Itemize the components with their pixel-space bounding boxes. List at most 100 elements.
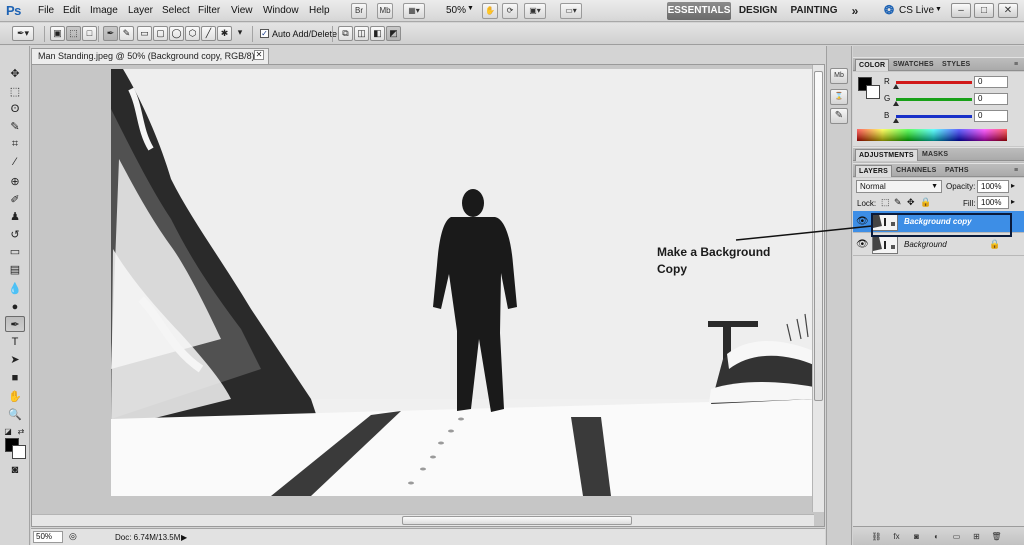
- lock-all-icon[interactable]: 🔒: [920, 197, 931, 208]
- new-layer-icon[interactable]: ⊞: [971, 531, 982, 542]
- bridge-button[interactable]: Br: [351, 3, 367, 19]
- freeform-pen-icon[interactable]: ✎: [119, 26, 134, 41]
- minibridge-icon[interactable]: Mb: [830, 68, 848, 84]
- gradient-tool[interactable]: ▤: [5, 262, 25, 278]
- auto-add-delete-checkbox[interactable]: ✓: [260, 29, 269, 38]
- trash-icon[interactable]: 🗑: [991, 531, 1002, 542]
- zoom-tool[interactable]: 🔍: [5, 407, 25, 423]
- tab-paths[interactable]: PATHS: [942, 165, 972, 177]
- color-spectrum[interactable]: [857, 129, 1007, 141]
- document-tab[interactable]: Man Standing.jpeg @ 50% (Background copy…: [31, 48, 269, 64]
- chevron-down-icon[interactable]: ▼: [467, 5, 474, 12]
- minimize-button[interactable]: –: [951, 3, 971, 18]
- shape-tool[interactable]: ■: [5, 370, 25, 386]
- blur-tool[interactable]: 💧: [5, 281, 25, 297]
- path-selection-tool[interactable]: ➤: [5, 352, 25, 368]
- channel-slider-r[interactable]: [896, 81, 972, 84]
- channel-value-r[interactable]: 0: [974, 76, 1008, 88]
- view-extras-button[interactable]: ▦▾: [403, 3, 425, 19]
- workspace-design[interactable]: DESIGN: [738, 2, 778, 20]
- brush-presets-icon[interactable]: ✎: [830, 108, 848, 124]
- panel-menu-icon[interactable]: ≡: [1011, 165, 1021, 177]
- paths-icon[interactable]: ⬚: [66, 26, 81, 41]
- cs-live-button[interactable]: CS Live: [899, 5, 934, 16]
- background-color-swatch[interactable]: [12, 445, 26, 459]
- panel-menu-icon[interactable]: ≡: [1011, 59, 1021, 71]
- menu-filter[interactable]: Filter: [198, 5, 220, 16]
- zoom-level-dropdown[interactable]: 50%: [446, 5, 466, 16]
- close-document-icon[interactable]: ✕: [254, 50, 264, 60]
- default-colors-icon[interactable]: ◪: [3, 424, 13, 440]
- lasso-tool[interactable]: ʘ: [5, 101, 25, 117]
- pen-tool[interactable]: ✒: [5, 316, 25, 332]
- fill-arrow-icon[interactable]: ▸: [1011, 197, 1015, 206]
- slider-knob-icon[interactable]: [893, 101, 899, 106]
- menu-file[interactable]: File: [38, 5, 54, 16]
- lock-transparent-icon[interactable]: ⬚: [881, 197, 890, 208]
- mask-icon[interactable]: ◙: [911, 531, 922, 542]
- restore-button[interactable]: □: [974, 3, 994, 18]
- blend-mode-select[interactable]: Normal ▼: [856, 180, 942, 193]
- custom-shape-icon[interactable]: ✱: [217, 26, 232, 41]
- menu-image[interactable]: Image: [90, 5, 118, 16]
- swap-colors-icon[interactable]: ⇄: [16, 424, 26, 440]
- arrange-documents-button[interactable]: ▣▾: [524, 3, 546, 19]
- workspace-essentials[interactable]: ESSENTIALS: [667, 2, 731, 20]
- status-info-icon[interactable]: ◎: [69, 531, 77, 542]
- combine-shape-icon[interactable]: ⧉: [338, 26, 353, 41]
- layer-row[interactable]: 👁 Background 🔒: [853, 234, 1024, 256]
- layer-row[interactable]: 👁 Background copy: [853, 211, 1024, 233]
- quick-selection-tool[interactable]: ✎: [5, 119, 25, 135]
- channel-slider-b[interactable]: [896, 115, 972, 118]
- quick-mask-icon[interactable]: ◙: [5, 462, 25, 478]
- marquee-tool[interactable]: ⬚: [5, 84, 25, 100]
- minibridge-button[interactable]: Mb: [377, 3, 393, 19]
- tab-channels[interactable]: CHANNELS: [893, 165, 940, 177]
- menu-window[interactable]: Window: [263, 5, 299, 16]
- rectangle-icon[interactable]: ▭: [137, 26, 152, 41]
- polygon-icon[interactable]: ⬡: [185, 26, 200, 41]
- ellipse-icon[interactable]: ◯: [169, 26, 184, 41]
- more-workspaces-button[interactable]: »: [847, 2, 863, 20]
- lock-position-icon[interactable]: ✥: [907, 197, 915, 208]
- slider-knob-icon[interactable]: [893, 118, 899, 123]
- close-button[interactable]: ✕: [998, 3, 1018, 18]
- menu-help[interactable]: Help: [309, 5, 330, 16]
- menu-view[interactable]: View: [231, 5, 253, 16]
- channel-value-b[interactable]: 0: [974, 110, 1008, 122]
- intersect-shape-icon[interactable]: ◧: [370, 26, 385, 41]
- move-tool[interactable]: ✥: [5, 66, 25, 82]
- visibility-eye-icon[interactable]: 👁: [856, 239, 869, 251]
- group-icon[interactable]: ▭: [951, 531, 962, 542]
- pen-tool-preset-icon[interactable]: ✒▾: [12, 26, 34, 41]
- eraser-tool[interactable]: ▭: [5, 244, 25, 260]
- crop-tool[interactable]: ⌗: [5, 136, 25, 152]
- fill-pixels-icon[interactable]: □: [82, 26, 97, 41]
- fill-field[interactable]: 100%: [977, 196, 1009, 209]
- tab-styles[interactable]: STYLES: [939, 59, 973, 71]
- chevron-down-icon[interactable]: ▼: [935, 6, 942, 13]
- slider-knob-icon[interactable]: [893, 84, 899, 89]
- tab-adjustments[interactable]: ADJUSTMENTS: [855, 149, 918, 161]
- lock-image-icon[interactable]: ✎: [894, 197, 902, 208]
- dodge-tool[interactable]: ●: [5, 299, 25, 315]
- link-icon[interactable]: ⛓: [871, 531, 882, 542]
- visibility-eye-icon[interactable]: 👁: [856, 216, 869, 228]
- opacity-field[interactable]: 100%: [977, 180, 1009, 193]
- vertical-scrollbar[interactable]: [812, 65, 824, 512]
- horizontal-scroll-thumb[interactable]: [402, 516, 632, 525]
- fx-icon[interactable]: fx: [891, 531, 902, 542]
- type-tool[interactable]: T: [5, 334, 25, 350]
- line-icon[interactable]: ╱: [201, 26, 216, 41]
- tab-color[interactable]: COLOR: [855, 59, 890, 71]
- history-icon[interactable]: ⌛: [830, 89, 848, 105]
- screen-mode-button[interactable]: ▭▾: [560, 3, 582, 19]
- menu-layer[interactable]: Layer: [128, 5, 153, 16]
- channel-slider-g[interactable]: [896, 98, 972, 101]
- eyedropper-tool[interactable]: ⁄: [5, 154, 25, 170]
- chevron-down-icon[interactable]: ▾: [234, 26, 246, 41]
- channel-value-g[interactable]: 0: [974, 93, 1008, 105]
- brush-tool[interactable]: ✐: [5, 192, 25, 208]
- opacity-arrow-icon[interactable]: ▸: [1011, 181, 1015, 190]
- rounded-rectangle-icon[interactable]: ▢: [153, 26, 168, 41]
